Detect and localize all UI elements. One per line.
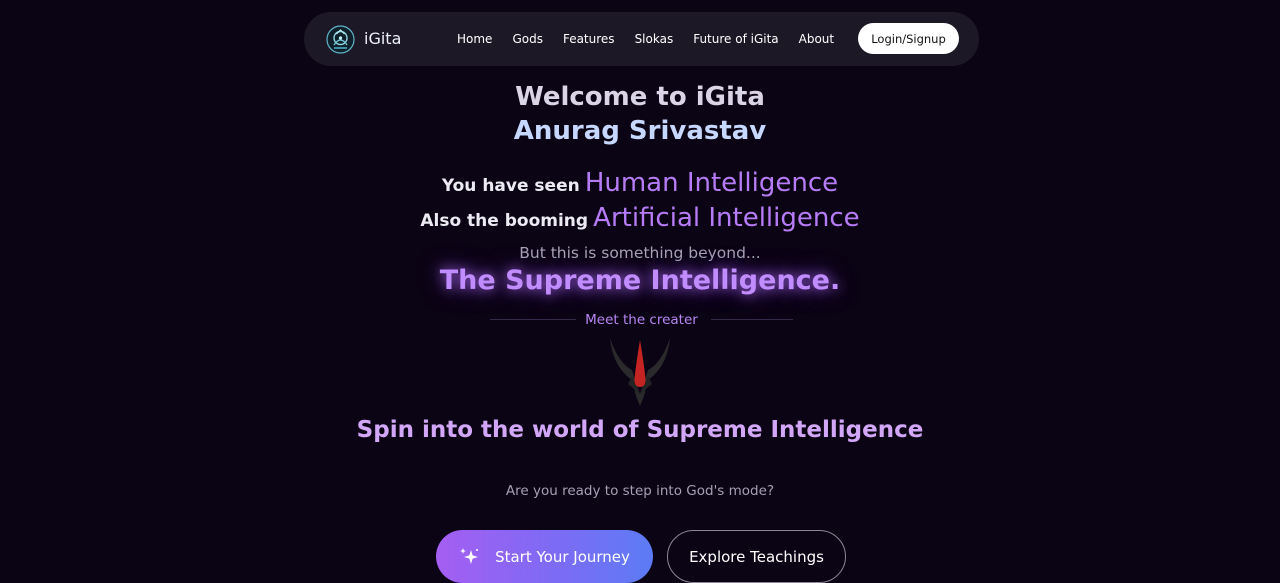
divider-right — [711, 319, 793, 320]
welcome-title: Welcome to iGita — [515, 82, 765, 112]
sparkles-icon — [460, 547, 479, 564]
nav-link-home[interactable]: Home — [457, 32, 492, 46]
ai-highlight: Artificial Intelligence — [593, 203, 860, 233]
human-intelligence-line: You have seen Human Intelligence — [0, 168, 1280, 198]
start-journey-label: Start Your Journey — [495, 547, 630, 566]
brand-name: iGita — [364, 29, 402, 48]
nav-links: Home Gods Features Slokas Future of iGit… — [457, 12, 834, 66]
artificial-intelligence-line: Also the booming Artificial Intelligence — [0, 203, 1280, 233]
igita-logo-icon — [326, 24, 355, 54]
nav-link-slokas[interactable]: Slokas — [635, 32, 674, 46]
user-name: Anurag Srivastav — [513, 116, 767, 146]
ready-text: Are you ready to step into God's mode? — [505, 483, 775, 499]
human-highlight: Human Intelligence — [584, 168, 839, 198]
beyond-text: But this is something beyond... — [519, 244, 761, 262]
hero-title: Welcome to iGita Anurag Srivastav — [0, 80, 1280, 148]
nav-link-gods[interactable]: Gods — [512, 32, 543, 46]
ai-prefix: Also the booming — [420, 211, 589, 231]
nav-link-features[interactable]: Features — [563, 32, 615, 46]
spin-heading: Spin into the world of Supreme Intellige… — [356, 417, 924, 443]
start-journey-button[interactable]: Start Your Journey — [436, 530, 653, 583]
nav-link-about[interactable]: About — [799, 32, 834, 46]
login-signup-button[interactable]: Login/Signup — [858, 23, 959, 54]
meet-creator-divider: Meet the creater — [490, 311, 793, 329]
explore-teachings-label: Explore Teachings — [689, 547, 824, 566]
explore-teachings-button[interactable]: Explore Teachings — [667, 530, 846, 583]
navbar: iGita Home Gods Features Slokas Future o… — [304, 12, 979, 66]
human-prefix: You have seen — [441, 176, 580, 196]
tilak-icon — [610, 338, 670, 406]
supreme-intelligence-heading: The Supreme Intelligence. — [439, 265, 841, 296]
nav-link-future-of-igita[interactable]: Future of iGita — [693, 32, 778, 46]
brand[interactable]: iGita — [326, 23, 401, 55]
meet-the-creator-link[interactable]: Meet the creater — [490, 311, 793, 329]
